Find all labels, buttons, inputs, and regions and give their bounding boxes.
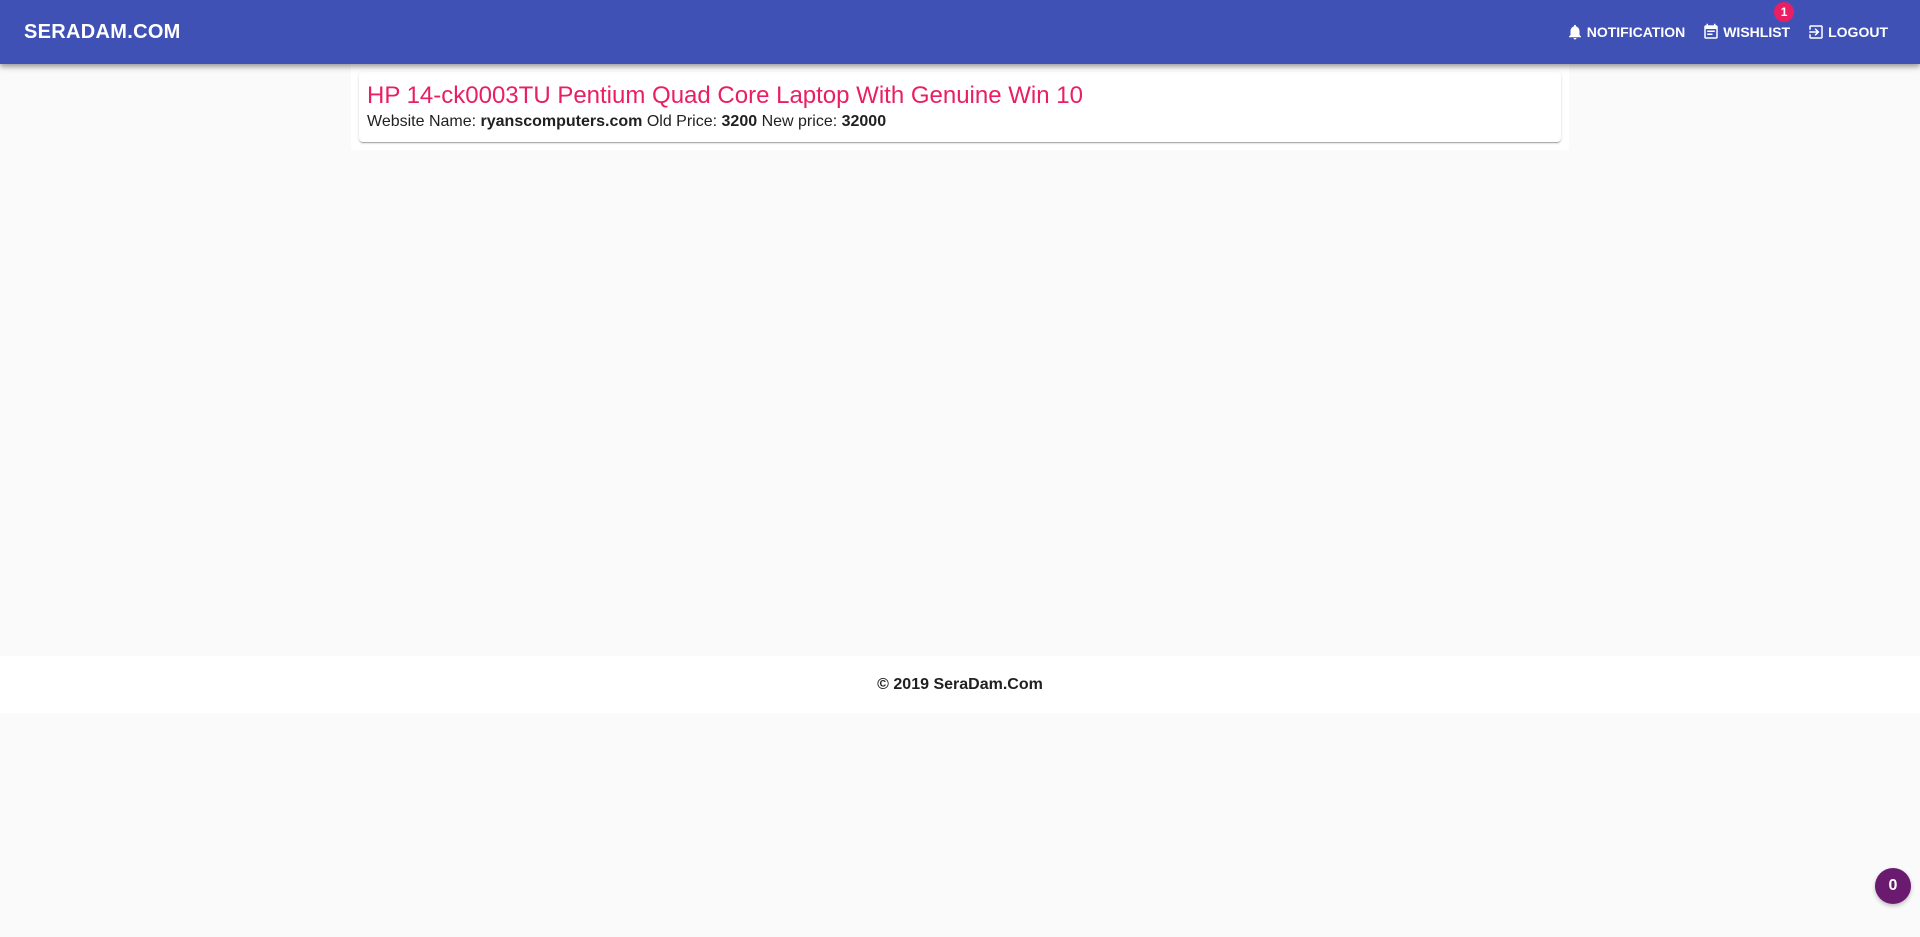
product-title[interactable]: HP 14-ck0003TU Pentium Quad Core Laptop … (367, 82, 1083, 110)
wishlist-count-badge: 1 (1774, 2, 1795, 22)
page-footer: © 2019 SeraDam.Com (0, 656, 1920, 713)
top-toolbar: SERADAM.COM NOTIFICATION WISHLIST 1 LOGO… (0, 0, 1920, 64)
logout-icon (1806, 22, 1826, 42)
wishlist-button[interactable]: WISHLIST 1 (1693, 2, 1798, 50)
site-brand[interactable]: SERADAM.COM (24, 0, 181, 64)
notification-button[interactable]: NOTIFICATION (1557, 14, 1694, 50)
old-price-value: 3200 (721, 113, 758, 130)
calendar-list-icon (1701, 22, 1721, 42)
new-price-label: New price: (761, 113, 838, 130)
top-nav: NOTIFICATION WISHLIST 1 LOGOUT (1557, 0, 1896, 64)
product-meta: Website Name: ryanscomputers.com Old Pri… (367, 113, 886, 131)
logout-label: LOGOUT (1828, 24, 1888, 40)
bell-icon (1565, 22, 1585, 42)
wishlist-label: WISHLIST (1723, 24, 1791, 40)
website-label: Website Name: (367, 113, 477, 130)
website-name: ryanscomputers.com (480, 113, 643, 130)
old-price-label: Old Price: (646, 113, 718, 130)
product-card: HP 14-ck0003TU Pentium Quad Core Laptop … (359, 72, 1561, 142)
main-content: HP 14-ck0003TU Pentium Quad Core Laptop … (351, 64, 1569, 150)
floating-count-button[interactable]: 0 (1875, 868, 1911, 904)
logout-button[interactable]: LOGOUT (1798, 14, 1896, 50)
notification-label: NOTIFICATION (1586, 24, 1686, 40)
new-price-value: 32000 (841, 113, 887, 130)
copyright-text: © 2019 SeraDam.Com (877, 676, 1043, 693)
